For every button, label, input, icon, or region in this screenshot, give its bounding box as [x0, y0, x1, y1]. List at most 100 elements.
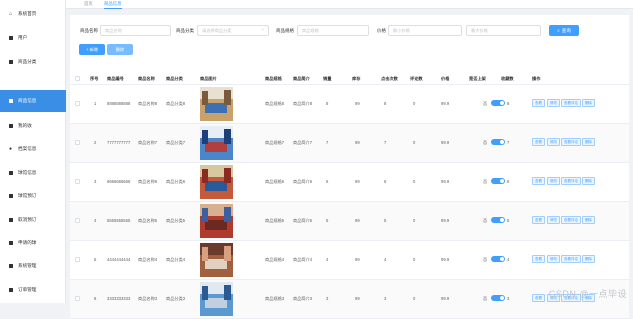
edit-button[interactable]: 修改 [547, 216, 560, 224]
name-input[interactable]: 商品名称 [100, 25, 171, 36]
table-row[interactable]: 2 7777777777 商品名称7 商品分类7 商品规格7 商品简介7 7 99 7 0 99.9… [70, 124, 629, 163]
edit-button[interactable]: 修改 [547, 99, 560, 107]
row-checkbox[interactable] [75, 218, 80, 223]
cell-spec: 商品规格8 [265, 101, 285, 106]
row-checkbox[interactable] [75, 140, 80, 145]
sidebar-item-product-info[interactable]: 商品信息 [0, 90, 66, 112]
tab-product-info[interactable]: 商品信息 [104, 1, 122, 9]
onsale-toggle[interactable] [491, 256, 505, 262]
cell-code: 5555555555 [107, 218, 131, 223]
sidebar-item-system-admin[interactable]: 系统管理 [0, 256, 66, 276]
view-comments-button[interactable]: 查看评论 [561, 216, 581, 224]
cell-code: 6666666666 [107, 179, 131, 184]
query-button[interactable]: ⌕ 查询 [549, 25, 579, 36]
price-label: 价格 [377, 28, 386, 33]
view-button[interactable]: 查看 [532, 255, 545, 263]
row-checkbox[interactable] [75, 179, 80, 184]
cell-clicks: 4 [384, 257, 387, 262]
price-max-input[interactable]: 最大价格 [466, 25, 541, 36]
row-checkbox[interactable] [75, 101, 80, 106]
cell-sales: 7 [326, 140, 329, 145]
cell-category: 商品分类5 [166, 218, 186, 223]
sidebar-item-label: 商品分类 [18, 59, 37, 64]
delete-button[interactable]: 删除 [107, 44, 133, 55]
view-button[interactable]: 查看 [532, 138, 545, 146]
sidebar-item-label: 球馆预订 [18, 193, 37, 198]
cell-name: 商品名称3 [138, 296, 158, 301]
add-button[interactable]: + 新增 [79, 44, 105, 55]
col-actions: 操作 [532, 76, 541, 81]
grid-icon [8, 194, 13, 199]
cell-category: 商品分类8 [166, 101, 186, 106]
sidebar-item-label: 球馆信息 [18, 170, 37, 175]
table-row[interactable]: 6 3333333333 商品名称3 商品分类3 商品规格3 商品简介3 3 99 3 0 99.9… [70, 280, 629, 319]
view-button[interactable]: 查看 [532, 294, 545, 302]
table-row[interactable]: 5 4444444444 商品名称4 商品分类4 商品规格4 商品简介4 4 99 4 0 99.9… [70, 241, 629, 280]
view-button[interactable]: 查看 [532, 216, 545, 224]
table-row[interactable]: 1 8888888888 商品名称8 商品分类8 商品规格8 商品简介8 8 99 8 0 99.9… [70, 85, 629, 124]
cell-favorites: 4 [507, 257, 510, 262]
sidebar-item-users[interactable]: 用户 [0, 28, 66, 48]
sidebar-item-home[interactable]: ⌂ 系统首页 [0, 4, 66, 24]
sidebar-item-archive-info[interactable]: ● 档案信息 [0, 139, 66, 159]
onsale-toggle[interactable] [491, 100, 505, 106]
edit-button[interactable]: 修改 [547, 255, 560, 263]
view-comments-button[interactable]: 查看评论 [561, 177, 581, 185]
cell-stock: 99 [355, 140, 360, 145]
table-row[interactable]: 3 6666666666 商品名称6 商品分类6 商品规格6 商品简介6 6 99 6 0 99.9… [70, 163, 629, 202]
sidebar: ⌂ 系统首页 用户 商品分类 商品信息 我的收 ● 档案信息 球馆信息 球馆预订… [0, 0, 66, 303]
search-row: 商品名称 商品名称 商品分类 请选择商品分类 商品规格 商品规格 价格 最小价格… [70, 25, 629, 37]
onsale-toggle[interactable] [491, 217, 505, 223]
product-image [200, 126, 233, 160]
cell-stock: 99 [355, 101, 360, 106]
onsale-toggle[interactable] [491, 295, 505, 301]
delete-row-button[interactable]: 删除 [582, 99, 595, 107]
delete-row-button[interactable]: 删除 [582, 255, 595, 263]
cell-price: 99.9 [441, 218, 450, 223]
category-select[interactable]: 请选择商品分类 [197, 25, 269, 36]
onsale-toggle[interactable] [491, 139, 505, 145]
spec-input[interactable]: 商品规格 [297, 25, 369, 36]
col-comments: 评论数 [410, 76, 423, 81]
view-comments-button[interactable]: 查看评论 [561, 138, 581, 146]
col-code: 商品编号 [107, 76, 124, 81]
col-image: 商品图片 [200, 76, 217, 81]
cell-sales: 5 [326, 218, 329, 223]
row-checkbox[interactable] [75, 257, 80, 262]
sidebar-item-order-admin[interactable]: 订单管理 [0, 280, 66, 300]
sidebar-item-my-collection[interactable]: 我的收 [0, 116, 66, 136]
product-image [200, 282, 233, 316]
view-button[interactable]: 查看 [532, 177, 545, 185]
row-checkbox[interactable] [75, 296, 80, 301]
view-comments-button[interactable]: 查看评论 [561, 255, 581, 263]
sidebar-item-applications[interactable]: 申请的球 [0, 233, 66, 253]
sidebar-item-venue-booking[interactable]: 球馆预订 [0, 186, 66, 206]
view-comments-button[interactable]: 查看评论 [561, 99, 581, 107]
cell-price: 99.9 [441, 296, 450, 301]
delete-row-button[interactable]: 删除 [582, 177, 595, 185]
cell-comments: 0 [413, 140, 416, 145]
delete-row-button[interactable]: 删除 [582, 216, 595, 224]
cell-price: 99.9 [441, 179, 450, 184]
tab-home[interactable]: 首页 [84, 1, 93, 7]
cell-intro: 商品简介8 [293, 101, 313, 106]
edit-button[interactable]: 修改 [547, 138, 560, 146]
cell-clicks: 6 [384, 179, 387, 184]
table-row[interactable]: 4 5555555555 商品名称5 商品分类5 商品规格5 商品简介5 5 99 5 0 99.9… [70, 202, 629, 241]
cell-index: 4 [94, 218, 97, 223]
user-icon [8, 124, 13, 129]
cell-index: 3 [94, 179, 97, 184]
delete-row-button[interactable]: 删除 [582, 138, 595, 146]
sidebar-item-cancel-booking[interactable]: 取消预订 [0, 210, 66, 230]
cell-onsale-label: 否 [483, 257, 488, 262]
cell-comments: 0 [413, 296, 416, 301]
cell-category: 商品分类6 [166, 179, 186, 184]
sidebar-item-venue-info[interactable]: 球馆信息 [0, 163, 66, 183]
onsale-toggle[interactable] [491, 178, 505, 184]
price-min-input[interactable]: 最小价格 [388, 25, 462, 36]
view-button[interactable]: 查看 [532, 99, 545, 107]
product-image [200, 243, 233, 277]
select-all-checkbox[interactable] [75, 76, 80, 81]
sidebar-item-product-category[interactable]: 商品分类 [0, 52, 66, 72]
edit-button[interactable]: 修改 [547, 177, 560, 185]
